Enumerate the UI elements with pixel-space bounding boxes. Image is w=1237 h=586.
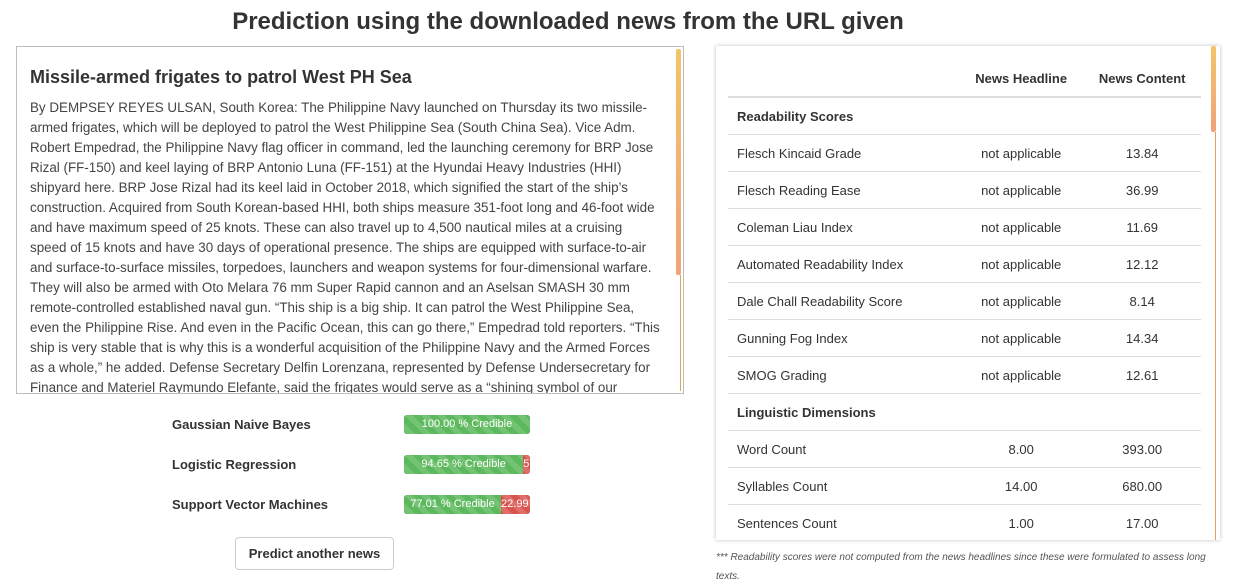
not-credible-segment: 22.99 bbox=[501, 495, 530, 514]
model-row: Gaussian Naive Bayes 100.00 % Credible bbox=[172, 414, 552, 436]
credible-segment: 94.65 % Credible bbox=[404, 455, 524, 474]
article-title: Missile-armed frigates to patrol West PH… bbox=[30, 67, 412, 87]
content-value: 12.61 bbox=[1083, 356, 1201, 394]
scores-body: Readability Scores Flesch Kincaid Grade no… bbox=[728, 97, 1201, 540]
credibility-bar: 94.65 % Credible 5 bbox=[404, 455, 530, 474]
score-row: Gunning Fog Index not applicable 14.34 bbox=[728, 319, 1201, 357]
score-label: Word Count bbox=[728, 430, 959, 468]
scores-header-row: News Headline News Content bbox=[728, 60, 1201, 98]
content-value bbox=[1083, 97, 1201, 135]
credible-segment: 77.01 % Credible bbox=[404, 495, 502, 514]
score-row: Flesch Reading Ease not applicable 36.99 bbox=[728, 171, 1201, 209]
score-label: Gunning Fog Index bbox=[728, 319, 959, 357]
headline-value: not applicable bbox=[959, 319, 1084, 357]
content-value bbox=[1083, 393, 1201, 431]
score-label: Readability Scores bbox=[737, 108, 854, 124]
not-credible-segment: 5 bbox=[523, 455, 530, 474]
content-value: 11.69 bbox=[1083, 208, 1201, 246]
headline-value: not applicable bbox=[959, 208, 1084, 246]
headline-value bbox=[959, 97, 1083, 135]
article-scrollbar-thumb[interactable] bbox=[676, 49, 681, 275]
headline-value bbox=[959, 393, 1084, 431]
score-label: Syllables Count bbox=[728, 467, 959, 505]
score-label: Sentences Count bbox=[728, 504, 959, 540]
model-row: Support Vector Machines 77.01 % Credible… bbox=[172, 494, 552, 516]
credible-segment: 100.00 % Credible bbox=[404, 415, 530, 434]
headline-value: 1.00 bbox=[959, 504, 1084, 540]
score-label: Automated Readability Index bbox=[728, 245, 959, 283]
score-label: Linguistic Dimensions bbox=[728, 393, 959, 431]
article-scrollbar-track[interactable] bbox=[680, 275, 681, 391]
credibility-bar: 100.00 % Credible bbox=[404, 415, 530, 434]
score-row: Sentences Count 1.00 17.00 bbox=[728, 504, 1201, 540]
column-header: News Headline bbox=[959, 60, 1084, 98]
score-label: Dale Chall Readability Score bbox=[728, 282, 959, 320]
scores-panel[interactable]: News Headline News Content Readability S… bbox=[716, 46, 1220, 540]
content-value: 14.34 bbox=[1083, 319, 1201, 357]
page-title: Prediction using the downloaded news fro… bbox=[232, 8, 904, 35]
model-name: Gaussian Naive Bayes bbox=[172, 417, 311, 432]
score-label: Flesch Kincaid Grade bbox=[728, 134, 959, 172]
headline-value: not applicable bbox=[959, 171, 1084, 209]
content-value: 393.00 bbox=[1083, 430, 1201, 468]
headline-value: not applicable bbox=[959, 282, 1084, 320]
section-row: Readability Scores bbox=[728, 97, 1201, 135]
model-name: Support Vector Machines bbox=[172, 497, 329, 512]
headline-value: not applicable bbox=[959, 356, 1084, 394]
article-panel[interactable]: Missile-armed frigates to patrol West PH… bbox=[16, 46, 684, 394]
content-value: 13.84 bbox=[1083, 134, 1201, 172]
score-row: Syllables Count 14.00 680.00 bbox=[728, 467, 1201, 505]
score-label: SMOG Grading bbox=[728, 356, 959, 394]
score-label: Coleman Liau Index bbox=[728, 208, 959, 246]
credibility-bar: 77.01 % Credible 22.99 bbox=[404, 495, 530, 514]
column-header: News Content bbox=[1083, 60, 1201, 98]
score-label: Flesch Reading Ease bbox=[728, 171, 959, 209]
article-body: By DEMPSEY REYES ULSAN, South Korea: The… bbox=[30, 100, 660, 393]
content-value: 36.99 bbox=[1083, 171, 1201, 209]
scores-scrollbar-thumb[interactable] bbox=[1211, 46, 1216, 132]
score-row: Flesch Kincaid Grade not applicable 13.84 bbox=[728, 134, 1201, 172]
score-row: SMOG Grading not applicable 12.61 bbox=[728, 356, 1201, 394]
predict-another-news-button[interactable]: Predict another news bbox=[235, 537, 394, 570]
headline-value: not applicable bbox=[959, 245, 1084, 283]
article-scroll-area: Missile-armed frigates to patrol West PH… bbox=[17, 47, 675, 393]
headline-value: 14.00 bbox=[959, 467, 1084, 505]
content-value: 8.14 bbox=[1083, 282, 1201, 320]
content-value: 17.00 bbox=[1083, 504, 1201, 540]
headline-value: not applicable bbox=[959, 134, 1084, 172]
column-header bbox=[728, 60, 959, 98]
score-row: Coleman Liau Index not applicable 11.69 bbox=[728, 208, 1201, 246]
content-value: 680.00 bbox=[1083, 467, 1201, 505]
model-row: Logistic Regression 94.65 % Credible 5 bbox=[172, 454, 552, 476]
model-name: Logistic Regression bbox=[172, 457, 297, 472]
score-row: Word Count 8.00 393.00 bbox=[728, 430, 1201, 468]
score-row: Automated Readability Index not applicabl… bbox=[728, 245, 1201, 283]
section-row: Linguistic Dimensions bbox=[728, 393, 1201, 431]
scores-table: News Headline News Content Readability S… bbox=[728, 60, 1201, 540]
readability-footnote: *** Readability scores were not computed… bbox=[716, 552, 1206, 582]
score-row: Dale Chall Readability Score not applicab… bbox=[728, 282, 1201, 320]
content-value: 12.12 bbox=[1083, 245, 1201, 283]
scores-scrollbar-track[interactable] bbox=[1215, 132, 1216, 540]
headline-value: 8.00 bbox=[959, 430, 1084, 468]
